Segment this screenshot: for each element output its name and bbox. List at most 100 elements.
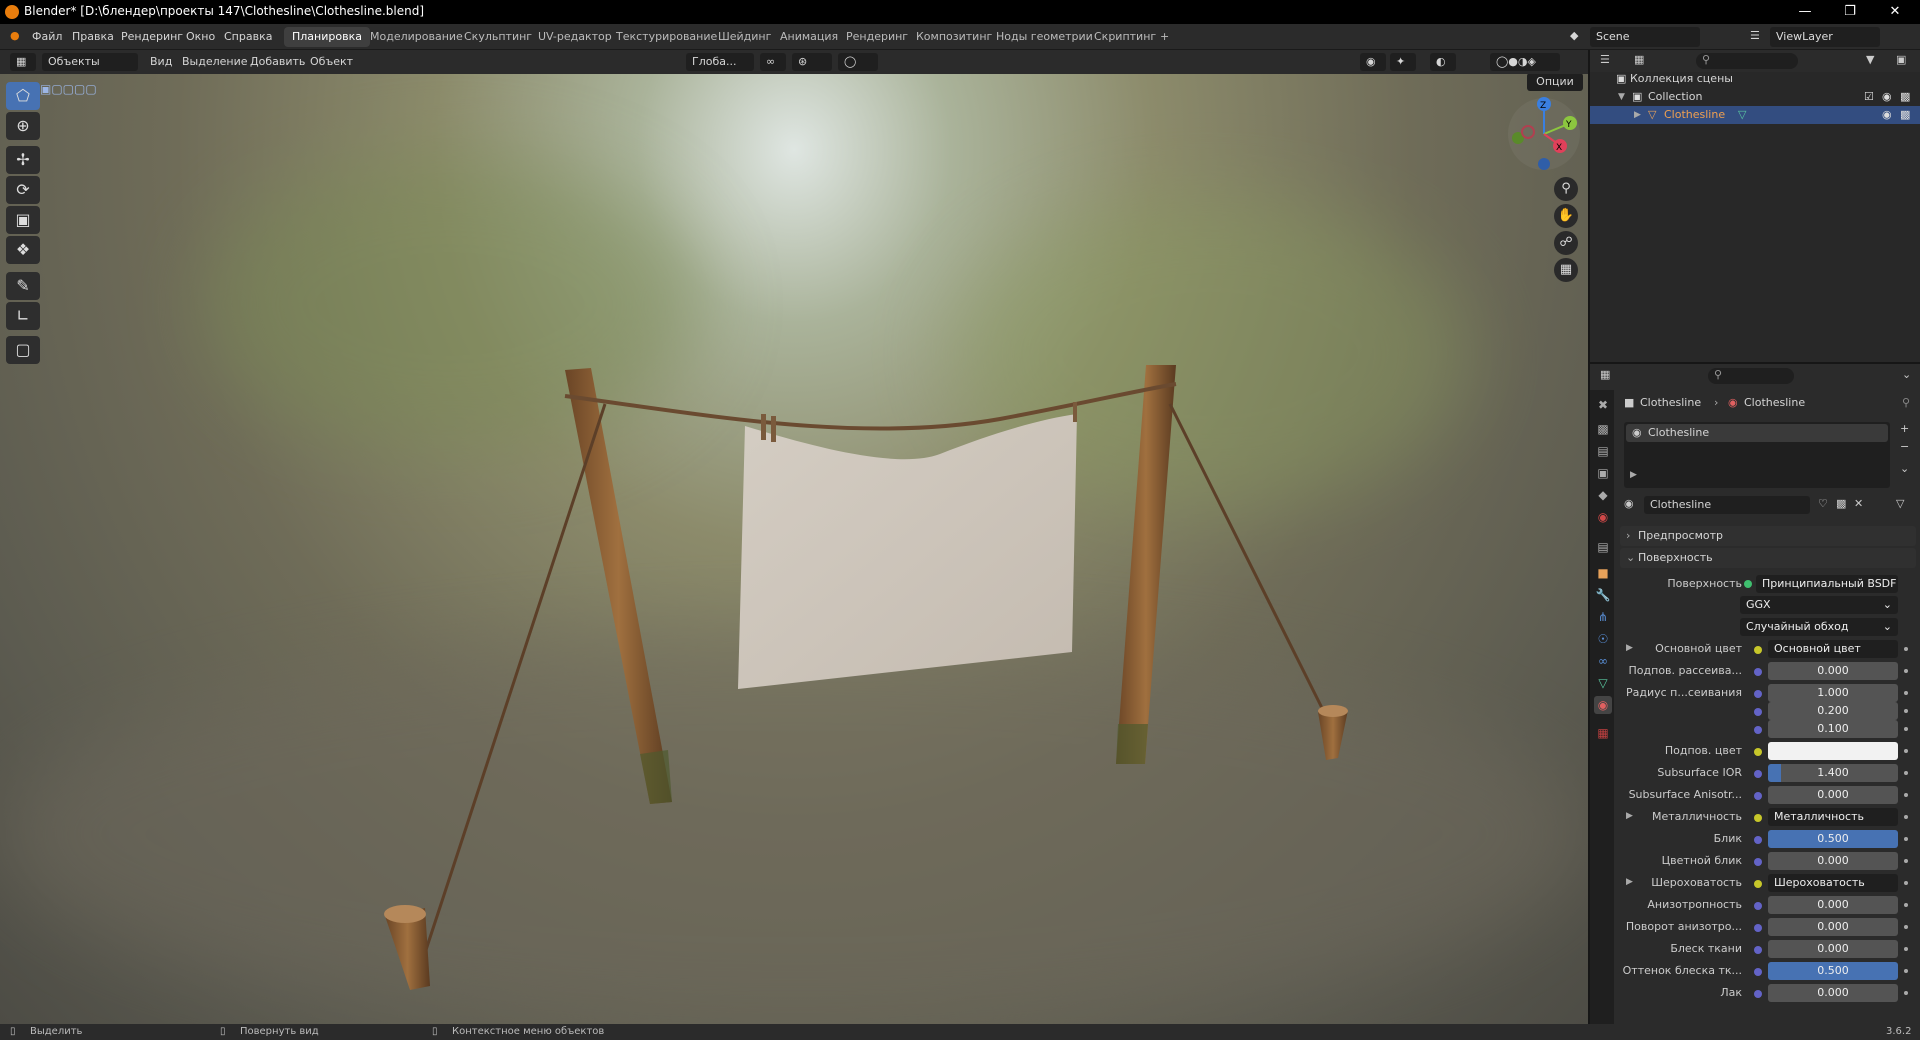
bsdf-input-field[interactable]: 1.400 (1768, 764, 1898, 782)
keyframe-icon[interactable] (1904, 881, 1908, 885)
socket-icon[interactable] (1754, 646, 1762, 654)
restore-button[interactable]: ❐ (1835, 2, 1865, 22)
keyframe-icon[interactable] (1904, 837, 1908, 841)
bsdf-input-field[interactable]: Металличность (1768, 808, 1898, 826)
add-workspace-button[interactable]: + (1152, 27, 1177, 47)
data-tab-icon[interactable]: ▽ (1594, 674, 1612, 692)
socket-icon[interactable] (1754, 924, 1762, 932)
material-slot[interactable]: ◉ Clothesline (1626, 424, 1888, 442)
outliner-display-mode-icon[interactable]: ☰ (1600, 53, 1610, 66)
socket-icon[interactable] (1754, 792, 1762, 800)
keyframe-icon[interactable] (1904, 749, 1908, 753)
editor-type-icon[interactable]: ▦ (1600, 368, 1610, 381)
perspective-grid-icon[interactable]: ▦ (1554, 258, 1578, 282)
expand-arrow-icon[interactable]: ▼ (1618, 88, 1625, 106)
tab-animation[interactable]: Анимация (772, 27, 846, 47)
keyframe-icon[interactable] (1904, 771, 1908, 775)
scene-tab-icon[interactable]: ◆ (1594, 486, 1612, 504)
shading-modes[interactable]: ◯●◑◈ (1490, 53, 1560, 71)
menu-view[interactable]: Вид (150, 53, 172, 71)
socket-icon[interactable] (1754, 902, 1762, 910)
view-layer-tab-icon[interactable]: ▣ (1594, 464, 1612, 482)
socket-icon[interactable] (1754, 708, 1762, 716)
bsdf-input-field[interactable]: 0.500 (1768, 830, 1898, 848)
close-button[interactable]: ✕ (1880, 2, 1910, 22)
tab-shading[interactable]: Шейдинг (710, 27, 779, 47)
bsdf-input-field[interactable]: 0.000 (1768, 852, 1898, 870)
keyframe-icon[interactable] (1904, 669, 1908, 673)
navigation-gizmo[interactable]: Z Y X (1504, 94, 1584, 174)
menu-help[interactable]: Справка (224, 30, 272, 43)
tab-texture-paint[interactable]: Текстурирование (608, 27, 725, 47)
add-slot-icon[interactable]: + (1900, 422, 1909, 435)
tab-rendering[interactable]: Рендеринг (838, 27, 916, 47)
bsdf-input-field[interactable]: 0.000 (1768, 786, 1898, 804)
subsurface-method-select[interactable]: Случайный обход ⌄ (1740, 618, 1898, 636)
socket-icon[interactable] (1754, 968, 1762, 976)
bsdf-input-field[interactable]: 0.000 (1768, 984, 1898, 1002)
tab-sculpting[interactable]: Скульптинг (456, 27, 540, 47)
keyframe-icon[interactable] (1904, 815, 1908, 819)
bsdf-input-field[interactable]: 0.000 (1768, 918, 1898, 936)
keyframe-icon[interactable] (1904, 709, 1908, 713)
collection-tab-icon[interactable]: ▤ (1594, 538, 1612, 556)
tool-tab-icon[interactable]: ✖ (1594, 396, 1612, 414)
expand-arrow-icon[interactable]: ▶ (1626, 643, 1633, 653)
snap-icon[interactable]: ⊛ (792, 53, 832, 71)
keyframe-icon[interactable] (1904, 859, 1908, 863)
constraints-tab-icon[interactable]: ∞ (1594, 652, 1612, 670)
mode-selector[interactable]: Объекты (42, 53, 138, 71)
link-mode-icon[interactable]: ▽ (1896, 497, 1904, 510)
distribution-select[interactable]: GGX ⌄ (1740, 596, 1898, 614)
modifier-tab-icon[interactable]: 🔧 (1594, 586, 1612, 604)
bsdf-input-field[interactable]: 0.500 (1768, 962, 1898, 980)
duplicate-icon[interactable]: ▩ (1836, 497, 1846, 510)
minimize-button[interactable]: — (1790, 2, 1820, 22)
menu-select[interactable]: Выделение (182, 53, 248, 71)
bsdf-input-field[interactable]: Основной цвет (1768, 640, 1898, 658)
particles-tab-icon[interactable]: ⋔ (1594, 608, 1612, 626)
proportional-edit-icon[interactable]: ◯ (838, 53, 878, 71)
material-name-field[interactable]: Clothesline (1644, 496, 1810, 514)
camera-icon[interactable]: ☍ (1554, 231, 1578, 255)
render-camera-icon[interactable]: ▩ (1900, 88, 1910, 106)
remove-slot-icon[interactable]: − (1900, 440, 1909, 453)
expand-arrow-icon[interactable]: ▶ (1626, 877, 1633, 887)
render-tab-icon[interactable]: ▩ (1594, 420, 1612, 438)
new-collection-icon[interactable]: ▣ (1896, 53, 1906, 66)
scene-selector[interactable]: Scene (1590, 27, 1700, 47)
object-tab-icon[interactable]: ■ (1594, 564, 1612, 582)
outliner-filter-icon[interactable]: ▦ (1634, 53, 1644, 66)
panel-preview[interactable]: › Предпросмотр (1620, 526, 1916, 546)
visibility-icon[interactable]: ◉ (1360, 53, 1386, 71)
menu-window[interactable]: Окно (186, 30, 215, 43)
socket-icon[interactable] (1754, 990, 1762, 998)
socket-icon[interactable] (1754, 726, 1762, 734)
keyframe-icon[interactable] (1904, 647, 1908, 651)
keyframe-icon[interactable] (1904, 925, 1908, 929)
surface-shader-field[interactable]: Принципиальный BSDF (1756, 575, 1898, 593)
socket-icon[interactable] (1754, 690, 1762, 698)
bsdf-input-field[interactable]: 0.000 (1768, 896, 1898, 914)
socket-icon[interactable] (1754, 770, 1762, 778)
socket-icon[interactable] (1754, 748, 1762, 756)
material-datablock[interactable]: ◉ Clothesline ♡ ▩ ✕ ▽ (1624, 496, 1920, 514)
socket-icon[interactable] (1754, 880, 1762, 888)
socket-icon[interactable] (1754, 858, 1762, 866)
blender-menu-icon[interactable]: ● (10, 29, 20, 42)
eye-icon[interactable]: ◉ (1882, 88, 1892, 106)
bsdf-input-field[interactable]: 0.000 (1768, 940, 1898, 958)
texture-tab-icon[interactable]: ▦ (1594, 724, 1612, 742)
output-tab-icon[interactable]: ▤ (1594, 442, 1612, 460)
overlay-icon[interactable]: ◐ (1430, 53, 1456, 71)
physics-tab-icon[interactable]: ☉ (1594, 630, 1612, 648)
bsdf-input-field[interactable] (1768, 742, 1898, 760)
editor-type-icon[interactable]: ▦ (10, 53, 36, 71)
chevron-down-icon[interactable]: ⌄ (1900, 462, 1909, 475)
socket-icon[interactable] (1754, 946, 1762, 954)
pin-icon[interactable]: ⚲ (1902, 396, 1910, 409)
keyframe-icon[interactable] (1904, 947, 1908, 951)
checkbox-icon[interactable]: ☑ (1864, 88, 1874, 106)
eye-icon[interactable]: ◉ (1882, 106, 1892, 124)
bsdf-input-field[interactable]: 0.100 (1768, 720, 1898, 738)
